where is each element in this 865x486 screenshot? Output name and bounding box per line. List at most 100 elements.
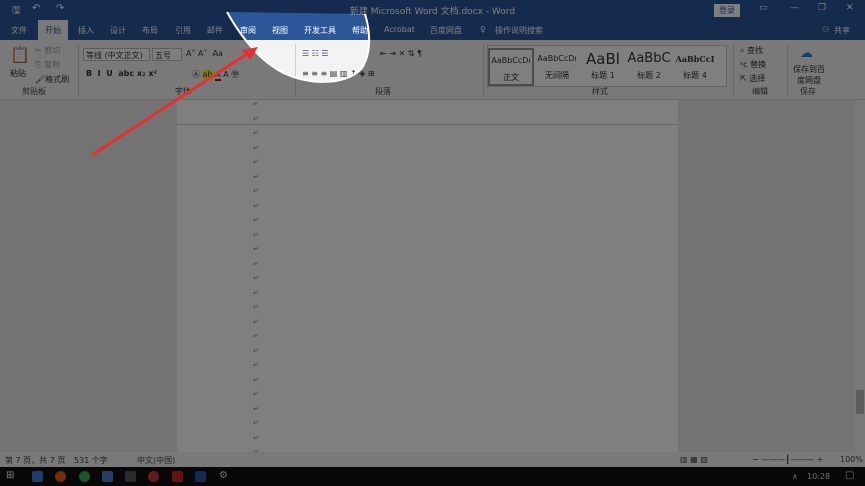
paragraph-mark: ↵: [253, 317, 259, 326]
tab-home[interactable]: 开始: [38, 20, 68, 40]
chrome-icon[interactable]: [79, 471, 90, 482]
cut-label: 剪切: [44, 46, 61, 55]
ribbon-display-icon[interactable]: ▭: [759, 3, 768, 13]
ribbon: 📋 粘贴 ✂ 剪切 ⎘ 复制 🖌格式刷 剪贴板 等线 (中文正文) 五号 A˄ …: [0, 40, 865, 100]
styles-group-label: 样式: [592, 87, 608, 96]
paragraph-mark: ↵: [253, 404, 259, 413]
replace-label: 替换: [750, 60, 767, 69]
save-group-label: 保存: [800, 87, 816, 96]
title-bar: 🖫 ↶ ↷ 新建 Microsoft Word 文档.docx - Word 登…: [0, 0, 865, 20]
paragraph-mark: ↵: [253, 201, 259, 210]
cut-button[interactable]: ✂ 剪切: [35, 45, 60, 56]
tab-developer[interactable]: 开发工具: [304, 25, 336, 36]
paragraph-mark: ↵: [253, 114, 259, 123]
tab-help[interactable]: 帮助: [352, 25, 368, 36]
tab-acrobat[interactable]: Acrobat: [384, 25, 415, 34]
font-group-label: 字体: [175, 87, 191, 96]
style-heading1[interactable]: AaBl 标题 1: [580, 48, 626, 86]
tab-view[interactable]: 视图: [272, 25, 288, 36]
text-effects-icon[interactable]: Ⓐ ab A A ㊫: [192, 69, 239, 81]
firefox-icon[interactable]: [55, 471, 66, 482]
word-count[interactable]: 531 个字: [74, 455, 108, 466]
tab-file[interactable]: 文件: [11, 25, 27, 36]
style-normal[interactable]: AaBbCcDı 正文: [488, 48, 534, 86]
paragraph-mark: ↵: [253, 100, 259, 108]
paragraph-mark: ↵: [253, 143, 259, 152]
align-buttons[interactable]: ≡ ≡ ≡ ▤ ▥ ↕ ◈ ⊞: [302, 69, 375, 78]
save-to-baidu-button[interactable]: 保存到百度网盘: [792, 64, 826, 86]
tab-insert[interactable]: 插入: [78, 25, 94, 36]
paragraph-mark: ↵: [253, 346, 259, 355]
paragraph-mark: ↵: [253, 361, 259, 369]
paragraph-mark: ↵: [253, 274, 259, 282]
document-page[interactable]: ↵↵↵↵↵↵↵↵↵↵↵↵↵↵↵↵↵↵↵↵↵↵↵↵↵: [177, 100, 678, 456]
paragraph-mark: ↵: [253, 433, 259, 442]
language[interactable]: 中文(中国): [137, 455, 175, 466]
replace-button[interactable]: ᵃc 替换: [740, 59, 766, 70]
clipboard-group-label: 剪贴板: [22, 87, 46, 96]
copy-button[interactable]: ⎘ 复制: [35, 59, 60, 70]
paragraph-mark: ↵: [253, 375, 259, 384]
zoom-level[interactable]: 100%: [840, 455, 863, 464]
share-button[interactable]: 共享: [834, 25, 850, 36]
paragraph-mark: ↵: [253, 390, 259, 398]
find-label: 查找: [747, 46, 764, 55]
style-heading4[interactable]: AaBbCcI 标题 4: [672, 48, 718, 86]
clock[interactable]: 10:28: [807, 472, 830, 481]
word-icon[interactable]: [195, 471, 206, 482]
paste-button[interactable]: 粘贴: [10, 68, 26, 79]
style-heading2[interactable]: AaBbC 标题 2: [626, 48, 672, 86]
app-icon[interactable]: [32, 471, 43, 482]
notification-icon[interactable]: ▢: [845, 470, 854, 481]
paragraph-mark: ↵: [253, 187, 259, 195]
vertical-scrollbar[interactable]: [855, 100, 865, 452]
paragraph-group-label: 段落: [375, 87, 391, 96]
page-count[interactable]: 第 7 页，共 7 页: [5, 455, 65, 466]
paste-icon[interactable]: 📋: [10, 45, 30, 64]
bullets-icon[interactable]: ☰ ☷ ☰: [302, 49, 329, 58]
copy-label: 复制: [43, 60, 60, 69]
paragraph-mark: ↵: [253, 158, 259, 166]
taskbar: ⊞ ⚙ ∧ 10:28 ▢: [0, 467, 865, 486]
minimize-button[interactable]: —: [790, 3, 799, 13]
indent-icon[interactable]: ⇤ ⇥ ✕ ⇅ ¶: [380, 49, 422, 58]
font-format-buttons[interactable]: B I U abc x₂ x²: [86, 69, 157, 78]
app-icon[interactable]: [148, 471, 159, 482]
share-icon[interactable]: ⚇: [822, 25, 829, 34]
paragraph-mark: ↵: [253, 230, 259, 239]
terminal-icon[interactable]: [125, 471, 136, 482]
tab-review[interactable]: 审阅: [240, 25, 256, 36]
tab-baidu[interactable]: 百度网盘: [430, 25, 462, 36]
paragraph-mark: ↵: [253, 419, 259, 427]
tab-references[interactable]: 引用: [175, 25, 191, 36]
style-no-spacing[interactable]: AaBbCcDı 无间隔: [534, 48, 580, 86]
tray-chevron-icon[interactable]: ∧: [792, 472, 798, 481]
ribbon-tabs: 文件 开始 插入 设计 布局 引用 邮件 审阅 视图 开发工具 帮助 Acrob…: [0, 20, 865, 40]
close-button[interactable]: ✕: [846, 3, 854, 13]
baidu-cloud-icon[interactable]: ☁: [800, 46, 813, 61]
font-name-select[interactable]: 等线 (中文正文): [83, 48, 150, 61]
tab-layout[interactable]: 布局: [142, 25, 158, 36]
tell-me-search[interactable]: 操作说明搜索: [495, 25, 543, 36]
restore-button[interactable]: ❐: [818, 3, 826, 13]
format-painter-button[interactable]: 🖌格式刷: [35, 74, 69, 85]
zoom-slider[interactable]: − ———┃——— +: [752, 455, 823, 464]
paragraph-mark: ↵: [253, 288, 259, 297]
view-buttons[interactable]: ▥ ▦ ▧: [680, 455, 708, 464]
windows-start-icon[interactable]: ⊞: [6, 470, 14, 481]
font-size-select[interactable]: 五号: [152, 48, 182, 61]
select-label: 选择: [749, 74, 766, 83]
login-button[interactable]: 登录: [714, 4, 740, 17]
paragraph-mark: ↵: [253, 129, 259, 137]
paragraph-mark: ↵: [253, 245, 259, 253]
paragraph-mark: ↵: [253, 216, 259, 224]
find-button[interactable]: ⌕ 查找: [740, 45, 763, 56]
select-button[interactable]: ⇱ 选择: [740, 73, 765, 84]
pdf-icon[interactable]: [172, 471, 183, 482]
tab-design[interactable]: 设计: [110, 25, 126, 36]
format-painter-label: 格式刷: [45, 75, 70, 84]
grow-font-icon[interactable]: A˄ A˅ Aa: [186, 49, 223, 58]
tab-mailings[interactable]: 邮件: [207, 25, 223, 36]
settings-icon[interactable]: ⚙: [219, 470, 228, 481]
app-icon[interactable]: [102, 471, 113, 482]
